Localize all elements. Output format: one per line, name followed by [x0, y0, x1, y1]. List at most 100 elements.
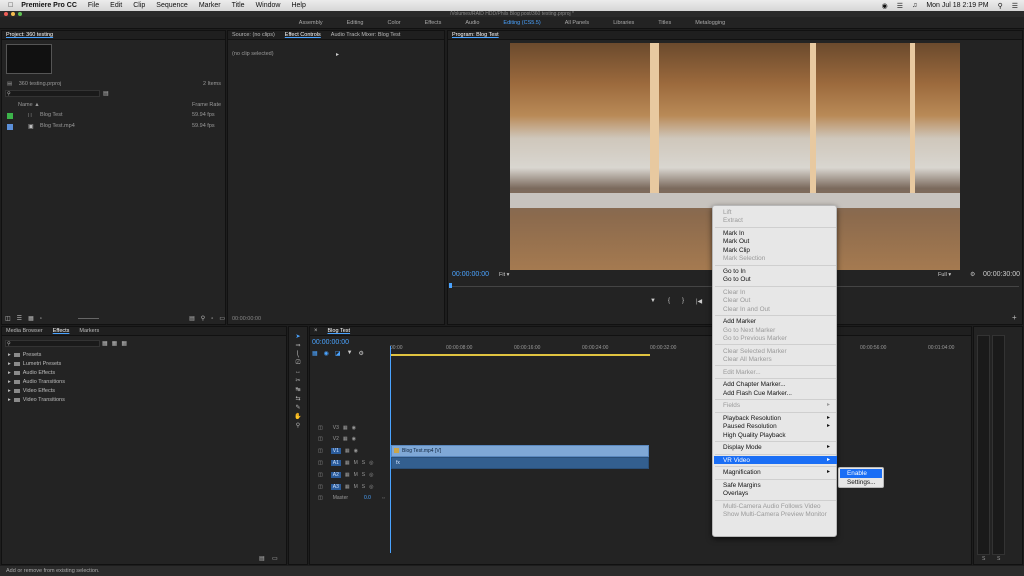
mic-icon[interactable]: ◎ — [369, 460, 373, 466]
close-button[interactable] — [4, 12, 8, 16]
eye-icon[interactable]: ◉ — [354, 448, 358, 454]
timeline-settings-icon[interactable]: ⚙ — [359, 350, 364, 357]
effects-folder-audio-transitions[interactable]: ▸ Audio Transitions — [8, 379, 65, 385]
timeline-ruler[interactable]: 00:00 00:00:08:00 00:00:16:00 00:00:24:0… — [390, 340, 970, 356]
program-timecode[interactable]: 00:00:00:00 — [452, 271, 489, 278]
ripple-edit-tool-icon[interactable]: ⎝ — [297, 351, 300, 358]
tab-media-browser[interactable]: Media Browser — [6, 328, 43, 334]
menu-sequence[interactable]: Sequence — [156, 2, 188, 9]
accelerated-effects-icon[interactable]: ▦ — [102, 340, 108, 347]
mute-button[interactable]: M — [354, 460, 358, 466]
lock-icon[interactable]: ◫ — [318, 448, 323, 454]
effects-folder-audio-effects[interactable]: ▸ Audio Effects — [8, 370, 55, 376]
lock-icon[interactable]: ◫ — [318, 436, 323, 442]
effects-search-input[interactable]: ⚲ — [5, 340, 100, 347]
wifi-icon[interactable]: ☰ — [897, 2, 903, 10]
mute-button[interactable]: M — [354, 484, 358, 490]
new-bin-icon[interactable]: ▤ — [259, 555, 265, 562]
menu-marker[interactable]: Marker — [199, 2, 221, 9]
fit-width-icon[interactable]: ⇔ — [381, 495, 386, 501]
mute-button[interactable]: M — [354, 472, 358, 478]
effects-folder-video-effects[interactable]: ▸ Video Effects — [8, 388, 55, 394]
add-button-icon[interactable]: + — [1012, 313, 1017, 322]
context-menu-item[interactable]: Clear In and Out — [723, 305, 833, 314]
rolling-edit-tool-icon[interactable]: ⎚ — [296, 360, 301, 367]
column-name[interactable]: Name ▲ — [18, 102, 40, 108]
context-menu-item[interactable]: Overlays — [723, 489, 833, 498]
sync-lock-icon[interactable]: ▦ — [343, 425, 348, 431]
wrench-icon[interactable]: ⚙ — [970, 271, 975, 278]
context-menu-item[interactable]: Show Multi-Camera Preview Monitor — [723, 510, 833, 519]
menu-clip[interactable]: Clip — [133, 2, 145, 9]
submenu-item-settings[interactable]: Settings... — [847, 478, 875, 487]
mic-icon[interactable]: ◎ — [369, 472, 373, 478]
menu-title[interactable]: Title — [232, 2, 245, 9]
tab-program[interactable]: Program: Blog Test — [452, 32, 499, 38]
workspace-titles[interactable]: Titles — [646, 20, 683, 26]
work-area-bar[interactable] — [390, 354, 650, 356]
solo-button[interactable]: S — [362, 472, 365, 478]
clock[interactable]: Mon Jul 18 2:19 PM — [926, 2, 988, 9]
effects-folder-lumetri[interactable]: ▸ Lumetri Presets — [8, 361, 61, 367]
timeline-timecode[interactable]: 00:00:00:00 — [312, 339, 349, 346]
track-label[interactable]: A2 — [330, 472, 341, 478]
sync-lock-icon[interactable]: ▦ — [345, 448, 350, 454]
workspace-audio[interactable]: Audio — [453, 20, 491, 26]
track-label[interactable]: V2 — [333, 436, 339, 442]
context-menu-item[interactable]: Display Mode — [723, 443, 833, 452]
rate-stretch-tool-icon[interactable]: ↔ — [295, 369, 301, 375]
workspace-editing[interactable]: Editing — [335, 20, 376, 26]
context-menu-item[interactable]: Mark Selection — [723, 254, 833, 263]
tab-source[interactable]: Source: (no clips) — [232, 32, 275, 38]
track-label[interactable]: A3 — [330, 484, 341, 490]
apple-icon[interactable]:  — [8, 2, 13, 9]
menu-edit[interactable]: Edit — [110, 2, 122, 9]
project-row[interactable]: ∷ Blog Test 59.94 fps — [2, 111, 225, 121]
icon-view-icon[interactable]: ▦ — [28, 315, 34, 322]
track-label[interactable]: V1 — [330, 448, 341, 454]
quality-dropdown[interactable]: Full ▾ — [938, 272, 951, 278]
go-to-in-icon[interactable]: |◀ — [696, 298, 702, 305]
effects-folder-video-transitions[interactable]: ▸ Video Transitions — [8, 397, 65, 403]
zoom-tool-icon[interactable]: ⚲ — [296, 422, 300, 429]
lock-icon[interactable]: ◫ — [318, 460, 323, 466]
freeform-view-icon[interactable]: ▫ — [40, 316, 42, 322]
effects-folder-presets[interactable]: ▸ Presets — [8, 352, 41, 358]
context-menu-item[interactable]: Magnification — [723, 468, 833, 477]
trash-icon[interactable]: ▭ — [219, 315, 225, 322]
solo-button[interactable]: S — [982, 556, 985, 562]
menu-window[interactable]: Window — [256, 2, 281, 9]
context-menu-item[interactable]: Edit Marker... — [723, 368, 833, 377]
context-menu-item[interactable]: Go to Previous Marker — [723, 334, 833, 343]
playhead-icon[interactable] — [449, 283, 452, 288]
track-label[interactable]: A1 — [330, 460, 341, 466]
lock-icon[interactable]: ◫ — [318, 425, 323, 431]
master-volume-value[interactable]: 0.0 — [364, 495, 371, 501]
32bit-effects-icon[interactable]: ▦ — [112, 340, 118, 347]
volume-icon[interactable]: ♫ — [912, 2, 917, 9]
tab-effect-controls[interactable]: Effect Controls — [285, 32, 321, 38]
lock-icon[interactable]: ◫ — [5, 315, 11, 322]
minimize-button[interactable] — [11, 12, 15, 16]
slip-tool-icon[interactable]: ↹ — [295, 386, 300, 393]
slide-tool-icon[interactable]: ⇆ — [295, 395, 300, 402]
add-marker-icon[interactable]: ▼ — [347, 350, 353, 357]
workspace-assembly[interactable]: Assembly — [287, 20, 335, 26]
eye-icon[interactable]: ◉ — [352, 436, 356, 442]
track-select-tool-icon[interactable]: ⇒ — [295, 342, 300, 349]
list-view-icon[interactable]: ☰ — [17, 315, 22, 322]
nest-toggle-icon[interactable]: ▦ — [312, 350, 318, 357]
hand-tool-icon[interactable]: ✋ — [294, 413, 301, 420]
close-icon[interactable]: × — [314, 328, 318, 334]
yuv-effects-icon[interactable]: ▦ — [121, 340, 127, 347]
mark-in-icon[interactable]: { — [668, 298, 670, 305]
lock-icon[interactable]: ◫ — [318, 484, 323, 490]
audio-clip[interactable]: fx — [391, 457, 649, 469]
context-menu-item[interactable]: Extract — [723, 216, 833, 225]
context-menu-item[interactable]: Go to Out — [723, 275, 833, 284]
creative-cloud-icon[interactable]: ◉ — [882, 2, 888, 10]
tab-effects[interactable]: Effects — [53, 328, 70, 334]
tab-project[interactable]: Project: 360 testing — [6, 32, 53, 38]
trash-icon[interactable]: ▭ — [272, 555, 278, 562]
workspace-effects[interactable]: Effects — [413, 20, 454, 26]
